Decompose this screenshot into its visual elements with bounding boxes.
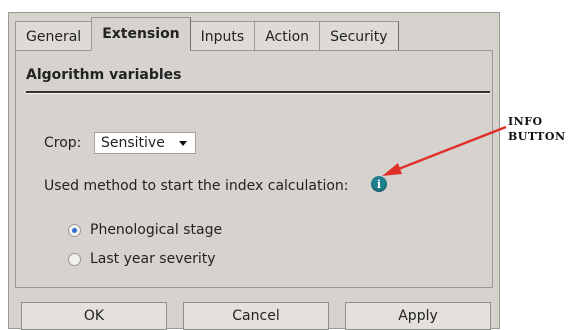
annotation-arrow (382, 125, 507, 176)
arrow-shaft (395, 125, 507, 172)
arrow-head (382, 163, 402, 176)
tab-extension[interactable]: Extension (91, 17, 191, 51)
